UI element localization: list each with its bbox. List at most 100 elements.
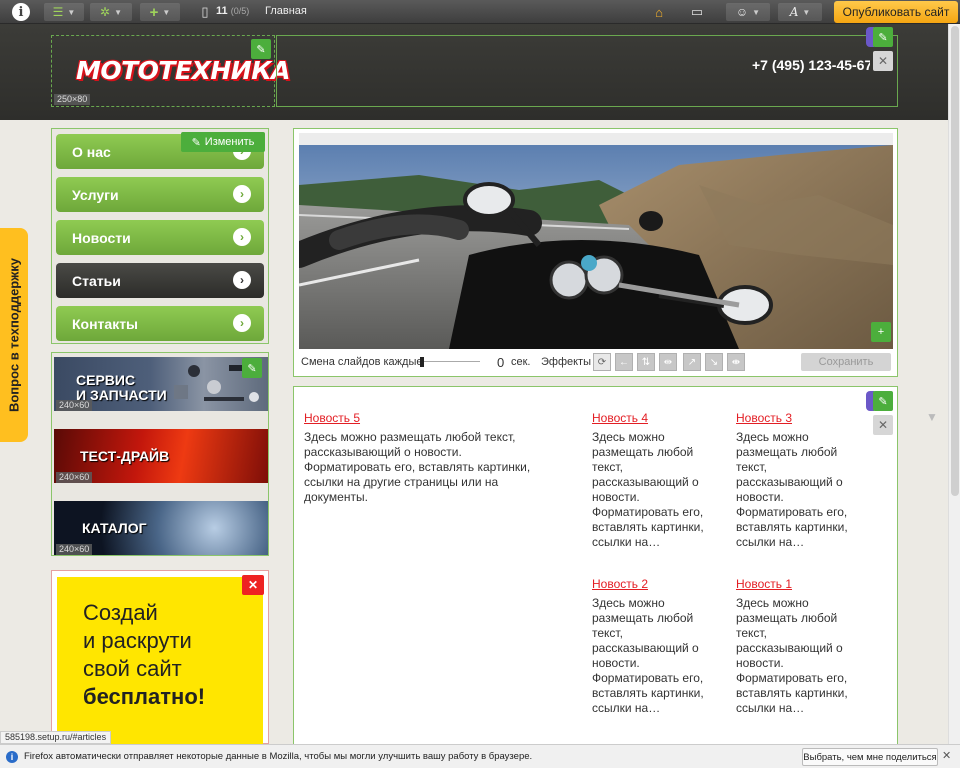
news-item: Новость 3 Здесь можно размещать любой те… [736,411,856,550]
scrollbar-thumb[interactable] [951,26,959,496]
chevron-down-icon: ▼ [802,7,811,17]
chevron-down-icon: ▼ [114,7,122,17]
page-icon: ▯ [201,4,209,19]
publish-site-button[interactable]: Опубликовать сайт [834,1,958,23]
news-title-link[interactable]: Новость 1 [736,577,856,592]
browser-notification-bar: i Firefox автоматически отправляет некот… [0,744,960,768]
pages-counter[interactable]: 11 (0/5) [216,5,249,17]
header-edit-pencil-icon[interactable]: ✎ [873,27,893,47]
effect-diagonal-up-icon[interactable]: ↗ [683,353,701,371]
logo-block[interactable]: МОТОТЕХНИКА 250×80 [51,35,290,107]
arrow-right-icon: › [233,271,251,289]
menu-item-label: Контакты [72,315,139,332]
close-icon[interactable]: ✕ [942,749,951,762]
banner-size-tag: 240×60 [56,472,93,483]
banners-block: СЕРВИС И ЗАПЧАСТИ 240×60 ✎ ТЕСТ-ДРАЙВ 24… [51,352,269,556]
news-text: Здесь можно размещать любой текст, расск… [304,430,531,504]
header-close-icon[interactable]: ✕ [873,51,893,71]
info-icon[interactable]: i [12,3,30,21]
menu-item-articles[interactable]: Статьи › [56,263,264,298]
motorcycle-road-photo [299,145,893,349]
header-phone: +7 (495) 123-45-67 [752,57,870,73]
news-edit-pencil-icon[interactable]: ✎ [873,391,893,411]
chevron-down-icon: ▼ [67,7,76,17]
chevron-down-icon: ▼ [752,7,761,17]
effect-loop-icon[interactable]: ⟳ [593,353,611,371]
banner-line-1: ТЕСТ-ДРАЙВ [80,448,170,464]
menu-item-label: О нас [72,143,111,160]
banner-size-tag: 240×60 [56,400,93,411]
ad-block: Создай и раскрути свой сайт бесплатно! [51,570,269,745]
arrow-right-icon: › [233,314,251,332]
interval-slider-handle[interactable] [420,357,424,367]
logo-edit-pencil-icon[interactable]: ✎ [251,39,271,59]
chevron-down-icon: ▼ [162,7,171,17]
effect-diagonal-down-icon[interactable]: ↘ [705,353,723,371]
menu-item-news[interactable]: Новости › [56,220,264,255]
users-menu-button[interactable]: ☺ ▼ [726,3,770,21]
add-menu-button[interactable]: + ▼ [140,3,180,21]
page-count-sub: (0/5) [230,6,250,16]
scroll-down-arrow-icon[interactable]: ▼ [926,410,944,424]
page-count: 11 [216,5,228,17]
slide-interval-unit: сек. [511,356,531,368]
menu-item-label: Статьи [72,272,121,289]
news-close-icon[interactable]: ✕ [873,415,893,435]
slider-block: Смена слайдов каждые 0 сек. Эффекты ⟳ ← … [293,128,898,377]
choose-what-to-share-button[interactable]: Выбрать, чем мне поделиться [802,748,938,766]
admin-toolbar: i ☰ ▼ ✲ ▼ + ▼ ▯ 11 (0/5) Главная ⌂ ▭ ☺ ▼ A ▼ … [0,0,960,24]
slider-save-button[interactable]: Сохранить [801,353,891,371]
slide-image[interactable] [299,145,893,349]
font-menu-button[interactable]: A ▼ [778,3,822,21]
menu-item-label: Новости [72,229,131,246]
banner-service[interactable]: СЕРВИС И ЗАПЧАСТИ 240×60 [54,357,268,411]
news-text: Здесь можно размещать любой текст, расск… [736,596,848,715]
banner-test-drive[interactable]: ТЕСТ-ДРАЙВ 240×60 [54,429,268,483]
effect-expand-icon[interactable]: ⇼ [727,353,745,371]
arrow-right-icon: › [233,228,251,246]
news-item: Новость 4 Здесь можно размещать любой те… [592,411,714,550]
support-tab[interactable]: Вопрос в техподдержку [0,228,28,442]
current-page-name[interactable]: Главная [265,5,307,17]
news-title-link[interactable]: Новость 4 [592,411,714,426]
create-site-ad[interactable]: Создай и раскрути свой сайт бесплатно! [57,577,263,745]
home-icon[interactable]: ⌂ [650,4,668,20]
banner-line-1: КАТАЛОГ [82,520,147,536]
news-text: Здесь можно размещать любой текст, расск… [592,596,704,715]
effect-updown-arrows-icon[interactable]: ⇅ [637,353,655,371]
effect-split-icon[interactable]: ⇹ [659,353,677,371]
ad-line-3: свой сайт [83,656,182,681]
menu-item-contacts[interactable]: Контакты › [56,306,264,341]
news-item: Новость 2 Здесь можно размещать любой те… [592,577,714,716]
list-icon: ☰ [52,5,64,19]
banner-line-1: СЕРВИС [76,372,136,388]
banners-edit-pencil-icon[interactable]: ✎ [242,358,262,378]
news-item: Новость 1 Здесь можно размещать любой те… [736,577,856,716]
interval-slider-track[interactable] [420,361,480,362]
ad-line-4: бесплатно! [83,684,206,709]
news-title-link[interactable]: Новость 5 [304,411,534,426]
menu-item-services[interactable]: Услуги › [56,177,264,212]
list-menu-button[interactable]: ☰ ▼ [44,3,84,21]
slide-interval-label: Смена слайдов каждые [301,356,423,368]
ad-line-1: Создай [83,600,158,625]
arrow-right-icon: › [233,185,251,203]
plus-icon: + [149,3,159,21]
slide-interval-value: 0 [497,355,505,370]
monitor-icon[interactable]: ▭ [688,4,706,20]
site-header: МОТОТЕХНИКА 250×80 ✎ +7 (495) 123-45-67 … [0,24,948,120]
users-icon: ☺ [735,5,749,19]
banner-catalog[interactable]: КАТАЛОГ 240×60 [54,501,268,555]
site-logo: МОТОТЕХНИКА [76,56,290,85]
settings-menu-button[interactable]: ✲ ▼ [90,3,132,21]
menu-edit-button[interactable]: ✎ Изменить [181,132,265,152]
info-icon: i [6,751,18,763]
slider-controls: Смена слайдов каждые 0 сек. Эффекты ⟳ ← … [299,351,893,373]
news-title-link[interactable]: Новость 2 [592,577,714,592]
slider-top-strip [299,133,893,145]
page-scrollbar[interactable] [948,24,960,744]
add-slide-plus-icon[interactable]: + [871,322,891,342]
effect-left-arrow-icon[interactable]: ← [615,353,633,371]
news-title-link[interactable]: Новость 3 [736,411,856,426]
ad-close-icon[interactable]: ✕ [242,575,264,595]
